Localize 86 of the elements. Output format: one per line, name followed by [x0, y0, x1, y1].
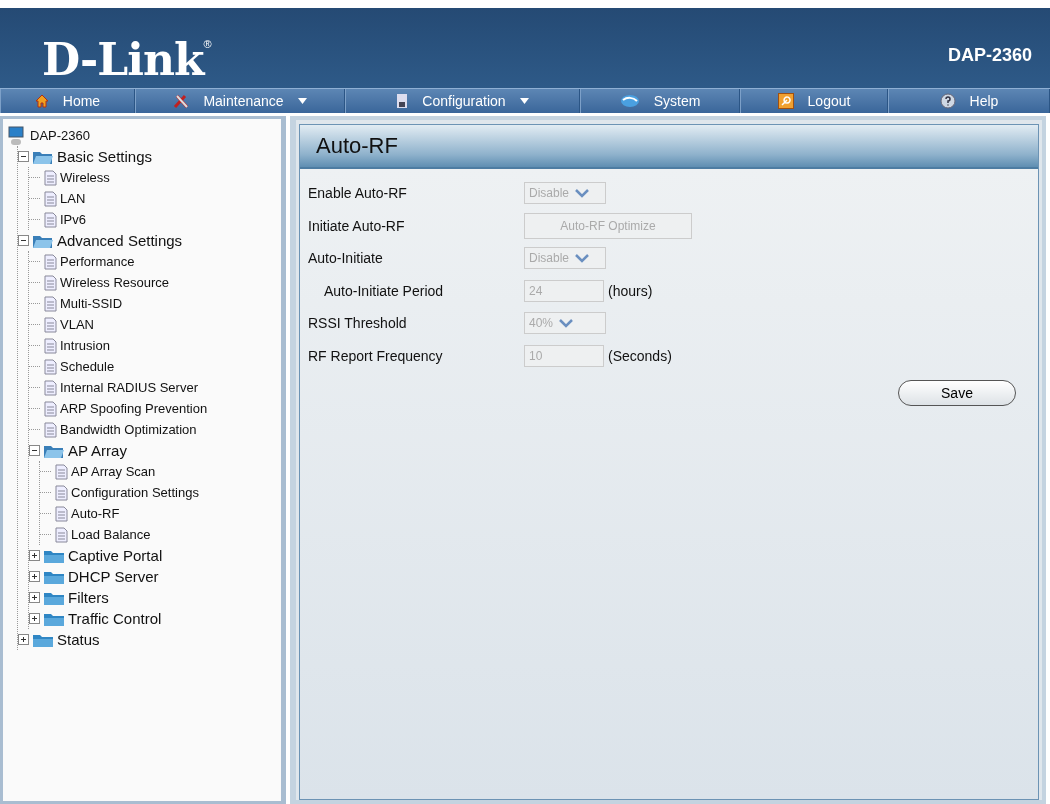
tree-item[interactable]: LAN [60, 191, 86, 206]
tree-item[interactable]: Multi-SSID [60, 296, 123, 311]
network-device-icon [7, 124, 27, 147]
page-icon [43, 295, 57, 312]
tree-item[interactable]: Wireless Resource [60, 275, 170, 290]
tree-item[interactable]: Intrusion [60, 338, 110, 353]
field-label: Enable Auto-RF [308, 185, 408, 202]
expand-toggle[interactable] [29, 592, 40, 603]
plus-icon [31, 573, 38, 580]
plus-icon [31, 552, 38, 559]
tree-item[interactable]: Filters [68, 589, 109, 606]
panel-title: Auto-RF [300, 125, 1038, 169]
page-icon [43, 421, 57, 438]
tree-item[interactable]: Bandwidth Optimization [60, 422, 197, 437]
page-icon [43, 337, 57, 354]
plus-icon [31, 594, 38, 601]
tree-item[interactable]: Configuration Settings [71, 485, 199, 500]
tree-item[interactable]: ARP Spoofing Prevention [60, 401, 208, 416]
expand-toggle[interactable] [29, 550, 40, 561]
page-icon [54, 484, 68, 501]
tree-item[interactable]: AP Array Scan [71, 464, 156, 479]
save-button[interactable]: Save [898, 380, 1016, 406]
nav-menu-item[interactable]: Logout [740, 89, 888, 113]
tree-item[interactable]: VLAN [60, 317, 94, 332]
tree-item[interactable]: Load Balance [71, 527, 151, 542]
page-icon [43, 253, 57, 270]
logo: D-Link [42, 38, 204, 82]
tree-item[interactable]: Status [57, 631, 100, 648]
minus-icon [20, 153, 27, 160]
nav-menu-item[interactable]: System [580, 89, 740, 113]
nav-menu-item[interactable]: Help [888, 89, 1050, 113]
unit-label: (hours) [608, 282, 653, 299]
expand-toggle[interactable] [29, 613, 40, 624]
tree-item[interactable]: Performance [60, 254, 135, 269]
plus-icon [31, 615, 38, 622]
home-icon [34, 94, 49, 108]
collapse-toggle[interactable] [18, 151, 29, 162]
tree-item[interactable]: Wireless [60, 170, 110, 185]
minus-icon [31, 447, 38, 454]
tree-item[interactable]: Auto-RF [71, 506, 120, 521]
minus-icon [20, 237, 27, 244]
tree-item[interactable]: Schedule [60, 359, 115, 374]
field-label: Auto-Initiate [308, 250, 384, 267]
tree-item[interactable]: DAP-2360 [30, 128, 90, 143]
page-icon [43, 379, 57, 396]
page-icon [43, 358, 57, 375]
tree-item[interactable]: Traffic Control [68, 610, 162, 627]
chevron-icon [575, 253, 590, 263]
page-icon [43, 400, 57, 417]
page-icon [54, 505, 68, 522]
tree-item[interactable]: Internal RADIUS Server [60, 380, 198, 395]
page-icon [54, 463, 68, 480]
tree-item[interactable]: Advanced Settings [57, 232, 183, 249]
key-icon [777, 93, 794, 109]
expand-toggle[interactable] [29, 571, 40, 582]
globe-icon [619, 94, 640, 108]
field-label: Auto-Initiate Period [323, 282, 445, 299]
plus-icon [20, 636, 27, 643]
page-icon [43, 274, 57, 291]
tools-icon [173, 93, 190, 109]
field-label: RF Report Frequency [308, 347, 444, 364]
nav-menu-item[interactable]: Configuration [345, 89, 580, 113]
collapse-toggle[interactable] [29, 445, 40, 456]
page-icon [43, 169, 57, 186]
page-icon [54, 526, 68, 543]
caret-icon [519, 98, 529, 104]
expand-toggle[interactable] [18, 634, 29, 645]
help-icon [939, 93, 956, 109]
tree-item[interactable]: Basic Settings [57, 148, 153, 165]
caret-icon [297, 98, 307, 104]
nav-menu-item[interactable]: Maintenance [135, 89, 345, 113]
field-label: RSSI Threshold [308, 315, 408, 332]
chevron-icon [559, 318, 574, 328]
tree-item[interactable]: AP Array [68, 442, 127, 459]
page-icon [43, 211, 57, 228]
field-label: Initiate Auto-RF [308, 217, 406, 234]
page-icon [43, 190, 57, 207]
page-icon [43, 316, 57, 333]
chevron-icon [575, 188, 590, 198]
collapse-toggle[interactable] [18, 235, 29, 246]
model-name: DAP-2360 [947, 45, 1032, 66]
tree-item[interactable]: DHCP Server [68, 568, 159, 585]
unit-label: (Seconds) [608, 347, 672, 364]
tree-item[interactable]: Captive Portal [68, 547, 163, 564]
nav-menu-item[interactable]: Home [0, 89, 135, 113]
tree-item[interactable]: IPv6 [60, 212, 86, 227]
